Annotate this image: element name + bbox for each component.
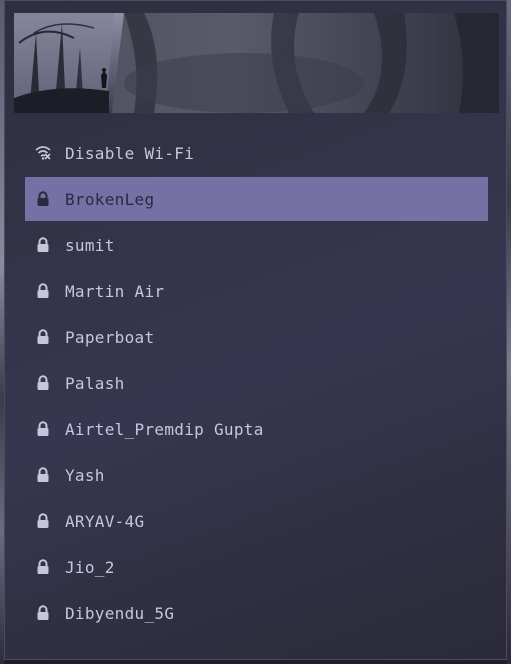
lock-icon (35, 467, 51, 483)
network-item-palash[interactable]: Palash (25, 361, 488, 405)
lock-icon (35, 283, 51, 299)
network-name: Yash (65, 465, 105, 485)
network-item-yash[interactable]: Yash (25, 453, 488, 497)
network-item-aryav-4g[interactable]: ARYAV-4G (25, 499, 488, 543)
wifi-menu: Disable Wi-Fi BrokenLeg sumit Martin Air… (4, 0, 507, 660)
lock-icon (35, 513, 51, 529)
lock-icon (35, 375, 51, 391)
lock-icon (35, 605, 51, 621)
network-name: Dibyendu_5G (65, 603, 175, 623)
network-list: Disable Wi-Fi BrokenLeg sumit Martin Air… (25, 131, 488, 637)
network-name: sumit (65, 235, 115, 255)
disable-wifi-label: Disable Wi-Fi (65, 143, 195, 163)
network-item-dibyendu-5g[interactable]: Dibyendu_5G (25, 591, 488, 635)
network-item-martin-air[interactable]: Martin Air (25, 269, 488, 313)
network-name: Palash (65, 373, 125, 393)
network-name: BrokenLeg (65, 189, 155, 209)
wallpaper-edge-right (507, 0, 511, 664)
network-item-jio-2[interactable]: Jio_2 (25, 545, 488, 589)
network-item-sumit[interactable]: sumit (25, 223, 488, 267)
network-item-brokenleg[interactable]: BrokenLeg (25, 177, 488, 221)
disable-wifi-button[interactable]: Disable Wi-Fi (25, 131, 488, 175)
lock-icon (35, 329, 51, 345)
lock-icon (35, 421, 51, 437)
lock-icon (35, 191, 51, 207)
network-name: Martin Air (65, 281, 165, 301)
wifi-off-icon (35, 145, 51, 161)
network-name: Paperboat (65, 327, 155, 347)
header-banner-image (14, 13, 499, 113)
lock-icon (35, 559, 51, 575)
network-item-airtel-premdip-gupta[interactable]: Airtel_Premdip Gupta (25, 407, 488, 451)
network-name: ARYAV-4G (65, 511, 145, 531)
network-name: Jio_2 (65, 557, 115, 577)
lock-icon (35, 237, 51, 253)
network-name: Airtel_Premdip Gupta (65, 419, 264, 439)
network-item-paperboat[interactable]: Paperboat (25, 315, 488, 359)
